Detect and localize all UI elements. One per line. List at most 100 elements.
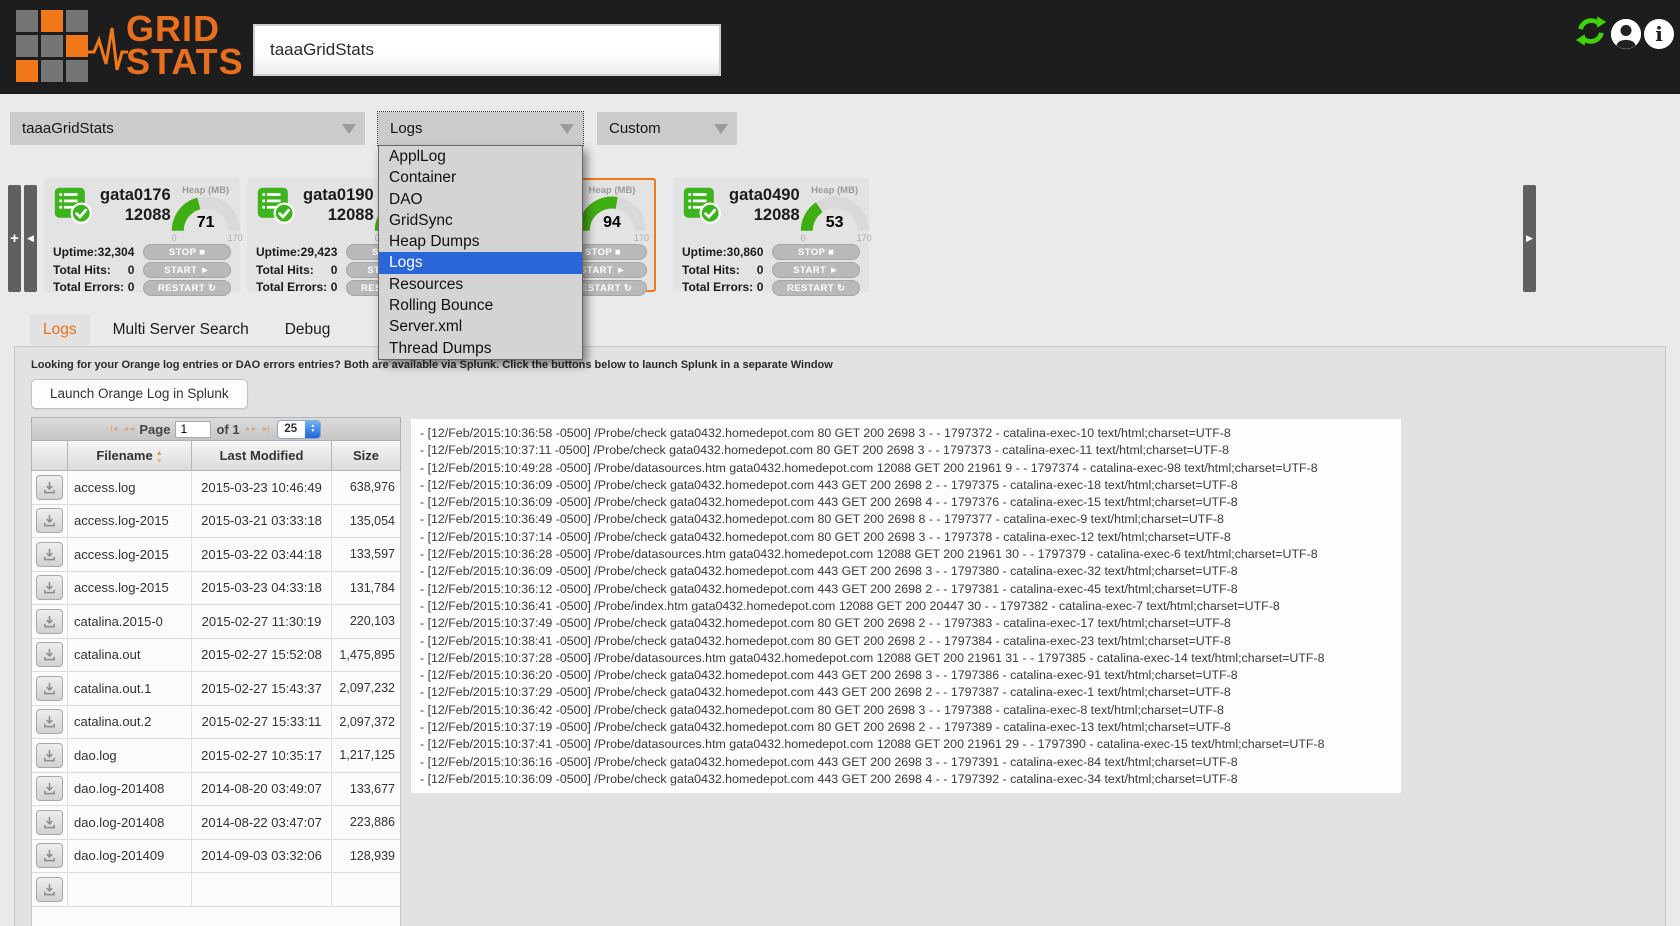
file-modified: 2015-03-22 03:44:18 bbox=[192, 538, 332, 571]
download-button[interactable] bbox=[36, 541, 63, 567]
logo-square bbox=[41, 60, 63, 82]
modified-column-header[interactable]: Last Modified bbox=[192, 441, 332, 470]
scroll-left-rail[interactable]: ◀ bbox=[24, 185, 37, 292]
download-button[interactable] bbox=[36, 474, 63, 500]
logo-square bbox=[66, 60, 88, 82]
size-column-header[interactable]: Size bbox=[332, 441, 400, 470]
refresh-icon[interactable] bbox=[1574, 14, 1608, 53]
restart-button[interactable]: RESTART ↻ bbox=[772, 280, 860, 296]
table-row[interactable]: catalina.2015-0 2015-02-27 11:30:19 220,… bbox=[32, 605, 400, 639]
search-input[interactable] bbox=[253, 24, 721, 76]
server-card[interactable]: gata0176 12088 Heap (MB) 71 0 170 Uptime… bbox=[44, 178, 243, 296]
uptime-label: Uptime: bbox=[256, 245, 301, 259]
table-row[interactable] bbox=[32, 873, 400, 907]
user-icon[interactable] bbox=[1611, 18, 1641, 49]
first-page-icon[interactable]: |◄ bbox=[111, 426, 119, 433]
server-status-icon bbox=[682, 185, 722, 237]
dropdown-option[interactable]: Resources bbox=[379, 274, 582, 295]
scroll-right-rail[interactable]: ▶ bbox=[1523, 185, 1536, 292]
download-button[interactable] bbox=[36, 809, 63, 835]
filename-column-header[interactable]: Filename bbox=[68, 441, 192, 470]
restart-button[interactable]: RESTART ↻ bbox=[143, 280, 231, 296]
tab[interactable]: Multi Server Search bbox=[100, 315, 262, 346]
grid-select[interactable]: taaaGridStats bbox=[10, 112, 365, 145]
view-select[interactable]: Logs bbox=[377, 111, 584, 146]
start-button[interactable]: START ► bbox=[143, 262, 231, 278]
page-number-input[interactable] bbox=[175, 420, 212, 438]
dropdown-option[interactable]: Thread Dumps bbox=[379, 338, 582, 359]
dropdown-option[interactable]: DAO bbox=[379, 189, 582, 210]
table-row[interactable]: dao.log-201408 2014-08-20 03:49:07 133,6… bbox=[32, 772, 400, 806]
stop-button[interactable]: STOP ■ bbox=[143, 244, 231, 260]
dropdown-option[interactable]: Server.xml bbox=[379, 316, 582, 337]
file-size: 1,217,125 bbox=[339, 748, 395, 763]
errors-label: Total Errors: bbox=[256, 280, 328, 294]
download-button[interactable] bbox=[36, 675, 63, 701]
download-button[interactable] bbox=[36, 776, 63, 802]
table-row[interactable]: access.log-2015 2015-03-23 04:33:18 131,… bbox=[32, 571, 400, 605]
file-name: catalina.out bbox=[68, 638, 192, 671]
file-modified: 2015-03-23 10:46:49 bbox=[192, 471, 332, 504]
page-of-label: of 1 bbox=[216, 421, 240, 437]
server-name: gata0190 bbox=[303, 186, 374, 204]
dropdown-option[interactable]: Heap Dumps bbox=[379, 231, 582, 252]
table-row[interactable]: catalina.out.1 2015-02-27 15:43:37 2,097… bbox=[32, 672, 400, 706]
table-row[interactable]: dao.log-201409 2014-09-03 03:32:06 128,9… bbox=[32, 839, 400, 873]
launch-splunk-button[interactable]: Launch Orange Log in Splunk bbox=[31, 379, 248, 409]
dropdown-option[interactable]: Logs bbox=[379, 252, 582, 274]
page-label: Page bbox=[139, 421, 171, 437]
download-button[interactable] bbox=[36, 876, 63, 902]
info-icon[interactable] bbox=[1644, 18, 1674, 49]
file-modified: 2015-02-27 11:30:19 bbox=[192, 605, 332, 638]
table-row[interactable]: access.log 2015-03-23 10:46:49 638,976 bbox=[32, 471, 400, 505]
download-button[interactable] bbox=[36, 843, 63, 869]
file-size: 223,886 bbox=[349, 815, 395, 830]
heap-min: 0 bbox=[171, 233, 177, 243]
table-row[interactable]: dao.log-201408 2014-08-22 03:47:07 223,8… bbox=[32, 806, 400, 840]
table-row[interactable]: access.log-2015 2015-03-21 03:33:18 135,… bbox=[32, 504, 400, 538]
log-line: - [12/Feb/2015:10:36:42 -0500] /Probe/ch… bbox=[420, 702, 1224, 717]
download-button[interactable] bbox=[36, 742, 63, 768]
next-page-icon[interactable]: ►► bbox=[245, 426, 258, 433]
file-name: access.log-2015 bbox=[68, 571, 192, 604]
grid-select-value: taaaGridStats bbox=[22, 120, 114, 137]
page-size-select[interactable]: 25 ▲ ▼ bbox=[277, 419, 322, 439]
gridstats-logo bbox=[16, 10, 88, 82]
tab[interactable]: Debug bbox=[272, 315, 344, 346]
logo-square bbox=[41, 35, 63, 57]
download-button[interactable] bbox=[36, 709, 63, 735]
custom-select[interactable]: Custom bbox=[597, 112, 737, 145]
table-row[interactable]: catalina.out 2015-02-27 15:52:08 1,475,8… bbox=[32, 638, 400, 672]
start-button[interactable]: START ► bbox=[772, 262, 860, 278]
stop-button[interactable]: STOP ■ bbox=[772, 244, 860, 260]
table-row[interactable]: catalina.out.2 2015-02-27 15:33:11 2,097… bbox=[32, 705, 400, 739]
table-row[interactable]: dao.log 2015-02-27 10:35:17 1,217,125 bbox=[32, 739, 400, 773]
download-button[interactable] bbox=[36, 508, 63, 534]
table-pager: |◄ ◄◄ Page of 1 ►► ►| 25 ▲▼ bbox=[31, 417, 401, 441]
app-header: GRID STATS bbox=[0, 0, 1680, 94]
hits-label: Total Hits: bbox=[53, 262, 111, 277]
logo-text: GRID STATS bbox=[126, 11, 244, 80]
dropdown-option[interactable]: ApplLog bbox=[379, 146, 582, 167]
table-body: access.log 2015-03-23 10:46:49 638,976 a… bbox=[31, 471, 401, 926]
file-size: 133,597 bbox=[349, 547, 395, 562]
download-button[interactable] bbox=[36, 575, 63, 601]
dropdown-option[interactable]: Container bbox=[379, 167, 582, 188]
table-row[interactable]: access.log-2015 2015-03-22 03:44:18 133,… bbox=[32, 538, 400, 572]
download-button[interactable] bbox=[36, 642, 63, 668]
download-button[interactable] bbox=[36, 608, 63, 634]
last-page-icon[interactable]: ►| bbox=[261, 426, 269, 433]
hits-value: 0 bbox=[127, 262, 135, 277]
log-line: - [12/Feb/2015:10:37:49 -0500] /Probe/ch… bbox=[420, 616, 1231, 631]
tab[interactable]: Logs bbox=[30, 315, 90, 346]
add-server-rail[interactable]: + bbox=[8, 185, 21, 292]
dropdown-option[interactable]: Rolling Bounce bbox=[379, 295, 582, 316]
server-port: 12088 bbox=[327, 206, 374, 224]
prev-page-icon[interactable]: ◄◄ bbox=[123, 426, 136, 433]
file-size: 128,939 bbox=[349, 848, 395, 863]
file-size: 638,976 bbox=[349, 480, 395, 495]
page-size-value: 25 bbox=[284, 422, 298, 435]
dropdown-option[interactable]: GridSync bbox=[379, 210, 582, 231]
log-output[interactable]: - [12/Feb/2015:10:36:58 -0500] /Probe/ch… bbox=[411, 419, 1401, 793]
server-card[interactable]: gata0490 12088 Heap (MB) 53 0 170 Uptime… bbox=[673, 178, 872, 296]
